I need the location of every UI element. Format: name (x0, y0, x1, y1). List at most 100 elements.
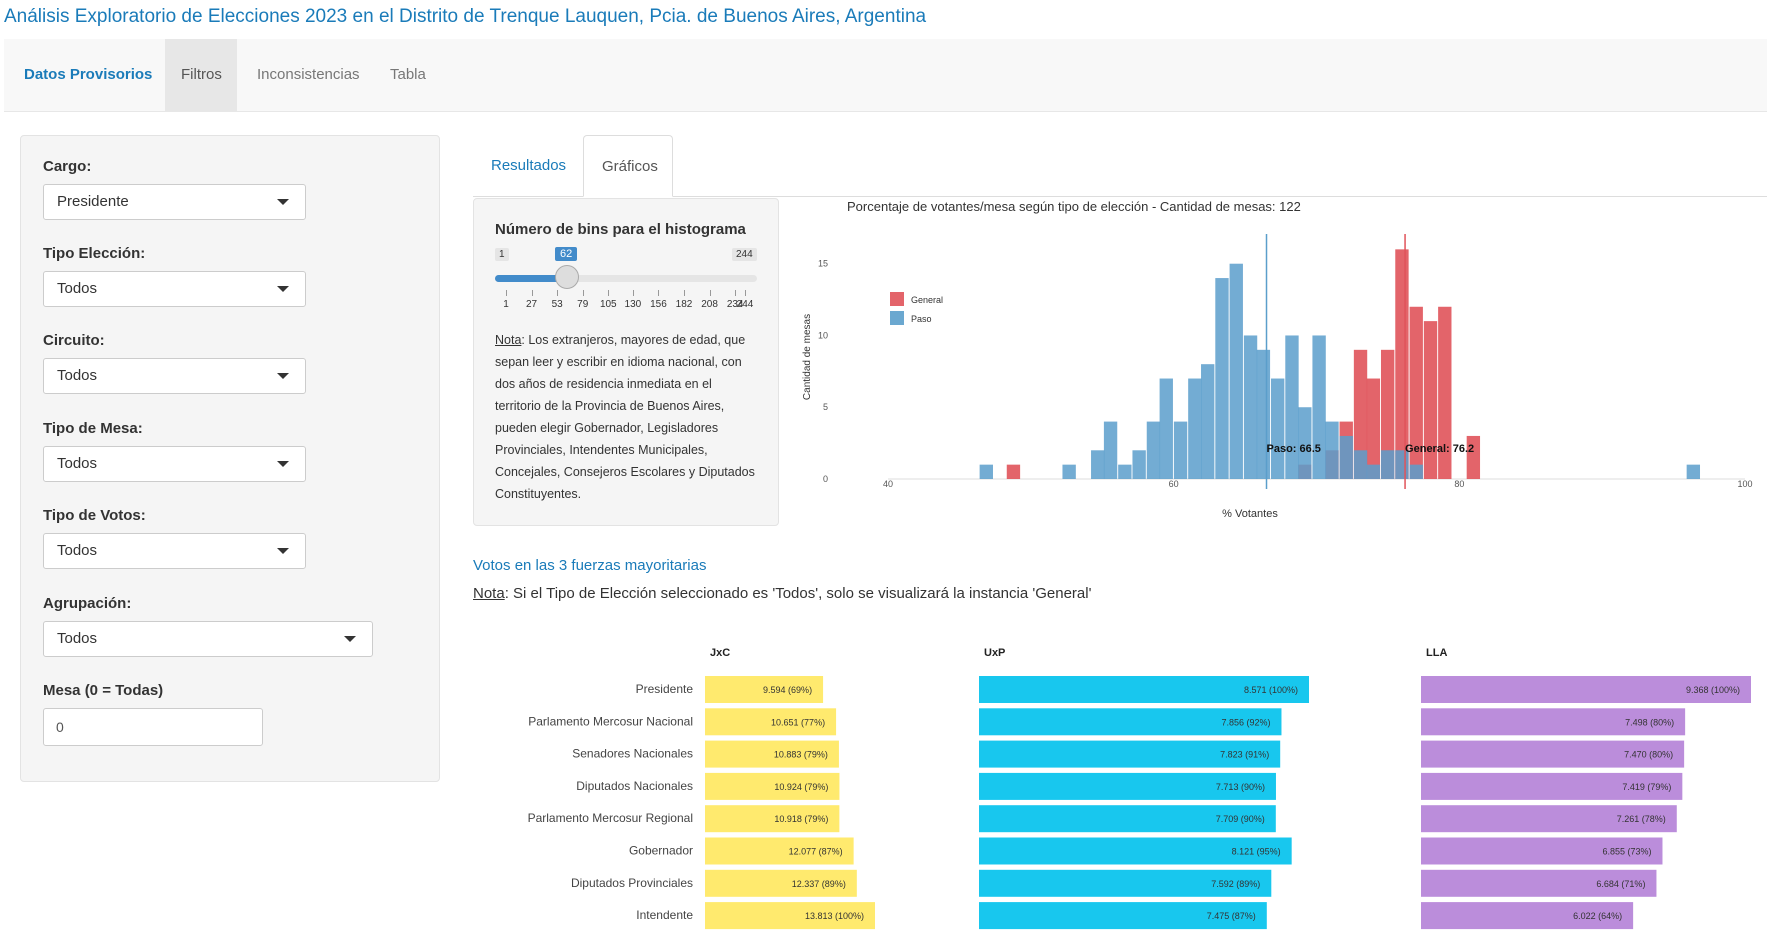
bar-value-label: 8.571 (100%) (1244, 685, 1298, 695)
bar-value-label: 10.651 (77%) (771, 717, 825, 727)
bar-value-label: 6.022 (64%) (1573, 911, 1622, 921)
bar-value-label: 10.883 (79%) (774, 750, 828, 760)
bins-note-label: Nota (495, 333, 522, 347)
histogram-bar-paso (1686, 464, 1701, 479)
panel-title-jxc: JxC (710, 647, 730, 659)
filter-sidebar: Cargo: Presidente Tipo Elección: Todos C… (20, 135, 440, 782)
filter-label-mesa: Mesa (0 = Todas) (43, 682, 164, 699)
legend-swatch-paso (890, 311, 904, 325)
histogram-bar-paso (1285, 335, 1299, 479)
nav-item-tabla[interactable]: Tabla (374, 39, 442, 111)
tipo-votos-select[interactable]: Todos (43, 533, 306, 569)
tab-resultados[interactable]: Resultados (473, 135, 584, 197)
cargo-select-value: Presidente (57, 193, 129, 210)
histogram-bar-paso (1103, 421, 1118, 479)
y-tick-label: 5 (823, 402, 828, 412)
chevron-down-icon (277, 286, 289, 292)
chevron-down-icon (344, 636, 356, 642)
legend-label-paso: Paso (911, 314, 932, 324)
histogram-bar-paso (1146, 421, 1161, 479)
tipo-eleccion-select[interactable]: Todos (43, 271, 306, 307)
tab-graficos[interactable]: Gráficos (583, 135, 673, 197)
category-label: Parlamento Mercosur Nacional (528, 714, 693, 728)
nav-brand[interactable]: Datos Provisorios (8, 39, 168, 111)
y-tick-label: 0 (823, 474, 828, 484)
slider-ticks: 1 27 53 79 105 130 156 182 208 234 244 (495, 290, 757, 310)
slider-tick-label: 244 (736, 299, 754, 310)
nav-item-filtros[interactable]: Filtros (165, 39, 237, 111)
bins-note: Nota: Los extranjeros, mayores de edad, … (495, 329, 760, 505)
bar-value-label: 9.594 (69%) (763, 685, 812, 695)
filter-label-tipo-votos: Tipo de Votos: (43, 507, 146, 524)
bins-label: Número de bins para el histograma (495, 221, 746, 238)
slider-max-label: 244 (732, 248, 757, 261)
histogram-bar-general (1366, 378, 1381, 479)
bar-value-label: 7.592 (89%) (1211, 879, 1260, 889)
slider-tick-label: 27 (526, 299, 538, 310)
histogram-bar-paso (1409, 464, 1423, 479)
slider-track[interactable] (495, 275, 757, 282)
slider-tick-label: 105 (599, 299, 617, 310)
category-label: Diputados Nacionales (576, 779, 693, 793)
x-tick-label: 100 (1737, 479, 1752, 489)
bar-value-label: 12.337 (89%) (792, 879, 846, 889)
histogram-bar-paso (1201, 364, 1215, 479)
bar-value-label: 10.918 (79%) (774, 814, 828, 824)
histogram-chart: Paso: 66.5 General: 76.2 40 60 80 100 0 5 10 15 % … (802, 234, 1753, 520)
legend-label-general: General (911, 295, 943, 305)
bar-value-label: 6.855 (73%) (1602, 847, 1651, 857)
slider-tick-label: 208 (701, 299, 718, 310)
bins-note-text: : Los extranjeros, mayores de edad, que … (495, 333, 755, 501)
bar-value-label: 8.121 (95%) (1232, 847, 1281, 857)
tipo-mesa-select[interactable]: Todos (43, 446, 306, 482)
bins-panel: Número de bins para el histograma 1 62 2… (473, 198, 779, 526)
slider-tick (632, 290, 634, 296)
histogram-bar-paso (1325, 421, 1339, 479)
bar-value-label: 7.475 (87%) (1207, 911, 1256, 921)
filter-label-agrupacion: Agrupación: (43, 595, 132, 612)
slider-tick (557, 290, 559, 296)
slider-tick (608, 290, 610, 296)
bar-value-label: 7.709 (90%) (1216, 814, 1265, 824)
bar-value-label: 7.856 (92%) (1221, 717, 1270, 727)
y-axis-label: Cantidad de mesas (802, 314, 813, 400)
filter-label-tipo-eleccion: Tipo Elección: (43, 245, 146, 262)
circuito-select-value: Todos (57, 367, 98, 384)
agrupacion-select[interactable]: Todos (43, 621, 373, 657)
bar-value-label: 7.419 (79%) (1622, 782, 1671, 792)
bar-value-label: 12.077 (87%) (789, 847, 843, 857)
slider-tick (531, 290, 533, 296)
bar-value-label: 7.470 (80%) (1624, 750, 1673, 760)
votos-note-label: Nota (473, 585, 505, 602)
slider-tick-label: 130 (624, 299, 642, 310)
x-axis-label: % Votantes (1222, 508, 1278, 520)
tipo-eleccion-select-value: Todos (57, 280, 98, 297)
histogram-bar-paso (1256, 349, 1271, 479)
app-title: Análisis Exploratorio de Elecciones 2023… (4, 6, 927, 27)
cargo-select[interactable]: Presidente (43, 184, 306, 220)
x-tick-label: 60 (1169, 479, 1179, 489)
nav-item-inconsistencias[interactable]: Inconsistencias (241, 39, 376, 111)
circuito-select[interactable]: Todos (43, 358, 306, 394)
votos-bar-chart: Presidente Parlamento Mercosur Nacional Se… (528, 647, 1751, 930)
filter-label-circuito: Circuito: (43, 332, 105, 349)
slider-tick-label: 1 (503, 299, 509, 310)
bar-value-label: 13.813 (100%) (805, 911, 864, 921)
slider-tick-label: 182 (675, 299, 693, 310)
slider-handle[interactable] (555, 265, 579, 289)
y-tick-label: 10 (818, 330, 828, 340)
slider-tick (745, 290, 746, 296)
histogram-bar-paso (1271, 378, 1285, 479)
histogram-bar-paso (1339, 435, 1353, 479)
slider-tick (735, 290, 737, 296)
histogram-bar-general (1006, 464, 1021, 479)
histogram-bar-paso (1159, 378, 1173, 479)
chevron-down-icon (277, 199, 289, 205)
votos-title: Votos en las 3 fuerzas mayoritarias (473, 557, 707, 574)
category-label: Intendente (636, 908, 693, 922)
histogram-bar-general (1423, 321, 1438, 479)
chevron-down-icon (277, 373, 289, 379)
slider-tick (684, 290, 686, 296)
mesa-input[interactable]: 0 (43, 708, 263, 746)
y-tick-label: 15 (818, 259, 828, 269)
